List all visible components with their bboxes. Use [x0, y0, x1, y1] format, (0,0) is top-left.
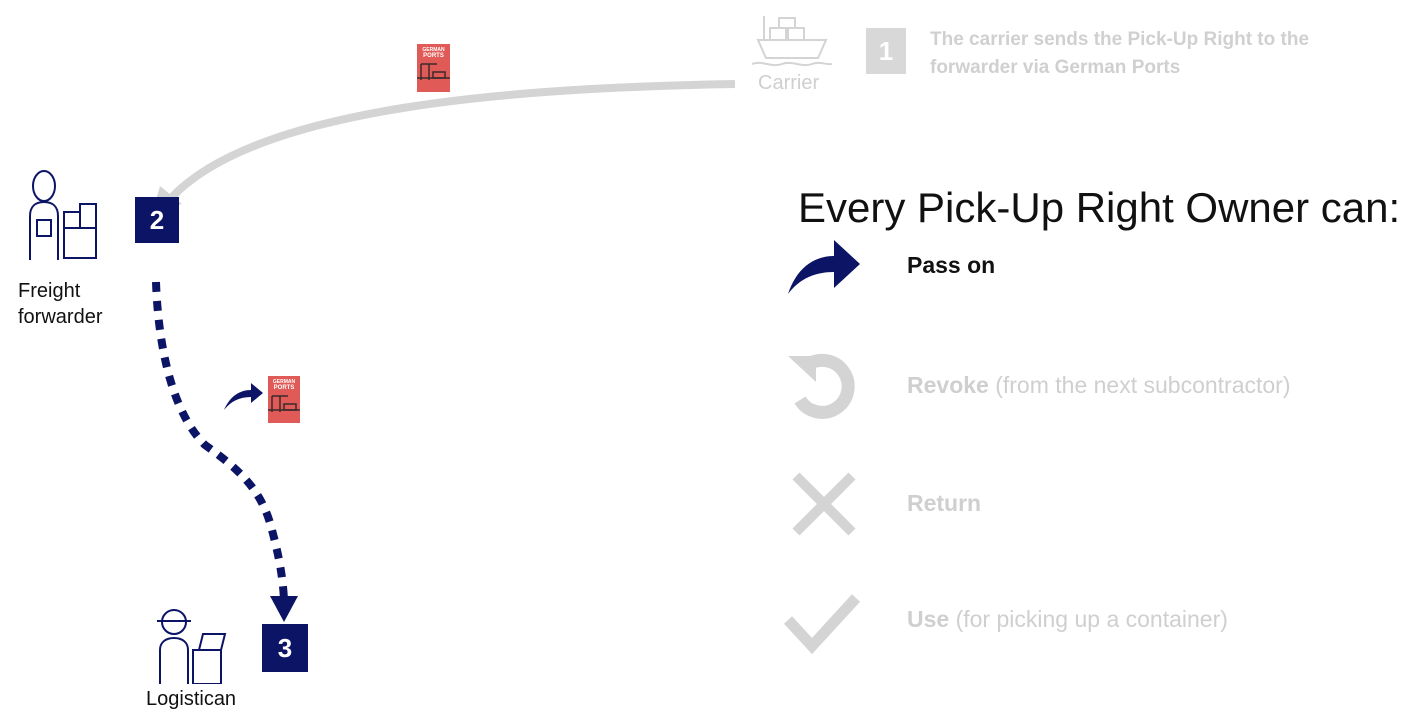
checkmark-icon	[783, 594, 861, 655]
port-crane-icon-2	[268, 395, 300, 412]
german-ports-logo-2: GERMAN PORTS	[268, 376, 300, 423]
logo-line2: PORTS	[423, 53, 444, 59]
forwarder-to-logistician-arrow	[152, 281, 288, 601]
action-pass-on-name: Pass on	[907, 252, 996, 278]
step-3-badge: 3	[262, 624, 308, 672]
port-crane-icon	[417, 63, 450, 80]
action-pass-on: Pass on	[907, 252, 995, 279]
logo2-line2: PORTS	[273, 385, 295, 391]
freight-forwarder-label-line2: forwarder	[18, 306, 103, 328]
logistician-label: Logistican	[146, 688, 237, 710]
action-return: Return	[907, 490, 981, 517]
action-return-name: Return	[907, 490, 982, 516]
close-x-icon	[792, 472, 856, 536]
action-use: Use (for picking up a container)	[907, 606, 1228, 633]
german-ports-logo: GERMAN PORTS	[417, 44, 450, 92]
step-1-text-line2: forwarder via German Ports	[930, 57, 1181, 78]
logistician-icon	[157, 609, 227, 684]
action-use-detail: (for picking up a container)	[949, 606, 1228, 632]
actions-heading: Every Pick-Up Right Owner can:	[798, 184, 1401, 231]
action-revoke-detail: (from the next subcontractor)	[988, 372, 1291, 398]
pass-on-arrow-icon	[788, 240, 860, 294]
step-1-text-line1: The carrier sends the Pick-Up Right to t…	[930, 29, 1310, 50]
action-use-name: Use	[907, 606, 950, 632]
action-revoke: Revoke (from the next subcontractor)	[907, 372, 1291, 399]
freight-forwarder-icon	[29, 170, 97, 260]
step-2-badge: 2	[135, 197, 179, 243]
step-1-description: The carrier sends the Pick-Up Right to t…	[930, 26, 1423, 82]
carrier-label: Carrier	[758, 72, 820, 94]
step-1-badge: 1	[866, 28, 906, 74]
forwarder-to-logistician-arrowhead	[270, 596, 298, 622]
carrier-to-forwarder-arrow	[169, 80, 736, 200]
revoke-icon	[788, 353, 855, 419]
ship-icon	[751, 16, 833, 67]
freight-forwarder-label-line1: Freight	[18, 280, 81, 302]
action-revoke-name: Revoke	[907, 372, 989, 398]
freight-forwarder-label: Freight forwarder	[18, 278, 102, 330]
small-pass-on-icon	[224, 383, 263, 410]
